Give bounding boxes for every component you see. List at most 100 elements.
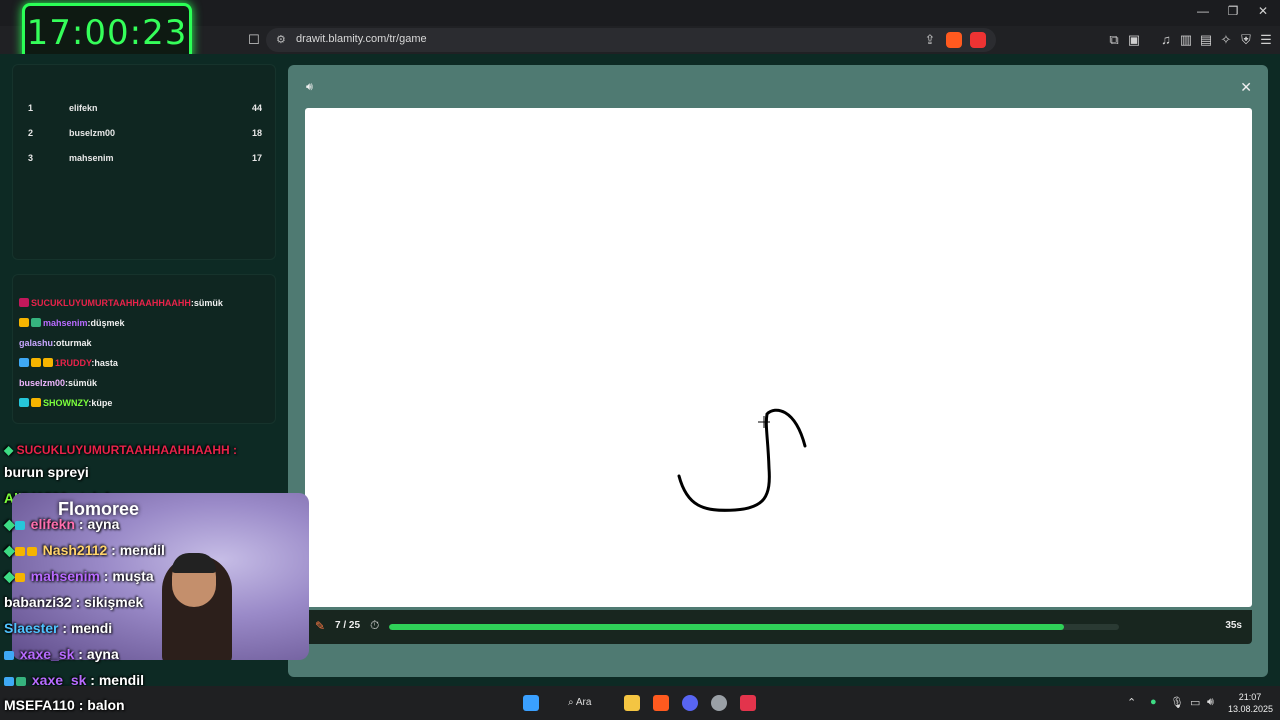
search-label: Ara (575, 697, 592, 708)
stream-chat-message: burun spreyi (4, 464, 89, 480)
cube-badge-icon (4, 677, 14, 686)
crown-badge-icon (14, 573, 25, 582)
chat-message: SUCUKLUYUMURTAAHHAAHHAAHH:sümük (19, 298, 223, 308)
stream-chat-message: babanzi32 : sikişmek (4, 594, 144, 610)
microphone-icon[interactable]: 🎙︎ (1170, 696, 1184, 709)
timer-icon: ⏱ (370, 618, 380, 632)
crown-badge-icon (31, 398, 41, 407)
diamond-badge-icon: ◆ (4, 542, 15, 558)
vip-badge-icon (14, 547, 25, 556)
clock-time-text: 21:07 (1238, 692, 1262, 702)
leaderboard-score: 17 (251, 153, 262, 163)
minimize-button[interactable]: — (1188, 4, 1218, 18)
stream-chat-message: ◆ elifekn : ayna (4, 516, 120, 532)
chat-user: Slaester (4, 620, 59, 636)
extensions-icon[interactable]: ⧉ (1106, 32, 1122, 48)
taskbar-clock[interactable]: 21:07 13.08.2025 (1228, 691, 1274, 715)
time-progress-bar (389, 624, 1119, 630)
close-window-button[interactable]: ✕ (1248, 4, 1278, 18)
chat-text: ayna (86, 646, 119, 662)
bookmark-icon[interactable]: ☐ (246, 32, 262, 48)
chat-user: SUCUKLUYUMURTAAHHAAHHAAHH (31, 298, 191, 308)
share-icon[interactable]: ⇪ (922, 32, 938, 48)
network-icon[interactable]: ▭ (1190, 696, 1200, 709)
crown-badge-icon (26, 547, 37, 556)
chat-user: SUCUKLUYUMURTAAHHAAHHAAHH (16, 443, 230, 457)
chat-message: SHOWNZY:küpe (19, 398, 112, 408)
discord-icon[interactable] (682, 695, 698, 711)
chat-message: buselzm00:sümük (19, 378, 98, 388)
site-info-icon[interactable]: ⚙ (276, 33, 286, 46)
chat-text: balon (87, 697, 125, 713)
browser-chrome: — ❐ ✕ ☐ ⚙ drawit.blamity.com/tr/game ⇪ ⧉… (0, 0, 1280, 54)
chat-user: MSEFA110 (4, 697, 75, 713)
brave-browser-icon[interactable] (653, 695, 669, 711)
bits-badge-icon (16, 677, 26, 686)
crosshair-cursor-icon (758, 416, 770, 428)
file-explorer-icon[interactable] (624, 695, 640, 711)
clock-date-text: 13.08.2025 (1228, 704, 1274, 714)
chat-user: elifekn (30, 516, 76, 532)
chat-text: sümük (68, 378, 98, 388)
chat-text: ayna (87, 516, 120, 532)
bits-badge-icon (19, 298, 29, 307)
chat-user: galashu (19, 338, 54, 348)
chat-text: mendi (70, 620, 113, 636)
restore-button[interactable]: ❐ (1218, 4, 1248, 18)
game-chat: SUCUKLUYUMURTAAHHAAHHAAHH:sümük mahsenim… (12, 274, 276, 424)
bits-badge-icon (31, 318, 41, 327)
chat-user: buselzm00 (19, 378, 66, 388)
vip-badge-icon (31, 358, 41, 367)
leaderboard-rank: 2 (28, 128, 34, 138)
taskbar-search[interactable]: ⌕ Ara (560, 693, 616, 713)
diamond-badge-icon: ◆ (4, 568, 15, 584)
tray-app-icon[interactable]: ● (1150, 696, 1157, 708)
time-progress-fill (389, 624, 1065, 630)
screenshot-icon[interactable]: ▣ (1126, 32, 1142, 48)
grid-badge-icon (19, 398, 29, 407)
grid-badge-icon (14, 521, 25, 530)
leo-ai-icon[interactable]: ✧ (1218, 32, 1234, 48)
leaderboard-rank: 3 (28, 153, 34, 163)
address-bar[interactable]: ⚙ drawit.blamity.com/tr/game ⇪ (266, 28, 996, 52)
sound-icon[interactable]: 🔊︎ (306, 81, 313, 94)
chat-text: düşmek (90, 318, 125, 328)
clock-time: 17:00:23 (26, 12, 188, 53)
drawing-canvas[interactable] (305, 108, 1252, 607)
chat-message: mahsenim:düşmek (19, 318, 125, 328)
media-icon[interactable]: ♫ (1158, 32, 1174, 48)
drawing-stroke (677, 408, 807, 512)
crown-badge-icon (19, 318, 29, 327)
tray-chevron-icon[interactable]: ⌃ (1127, 696, 1136, 709)
chat-text: sikişmek (84, 594, 144, 610)
vivaldi-icon[interactable] (740, 695, 756, 711)
crown-badge-icon (43, 358, 53, 367)
brave-rewards-icon[interactable] (970, 32, 986, 48)
leaderboard-row: 2 buselzm00 18 (13, 124, 277, 144)
chat-text: oturmak (56, 338, 92, 348)
volume-icon[interactable]: 🔊︎ (1207, 696, 1214, 709)
chat-text: küpe (91, 398, 113, 408)
vpn-icon[interactable]: ⛨ (1238, 32, 1254, 48)
sword-badge-icon (19, 358, 29, 367)
leaderboard-score: 18 (251, 128, 262, 138)
chat-user: 1RUDDY (55, 358, 92, 368)
leaderboard-name: elifekn (69, 103, 98, 113)
wallet-icon[interactable]: ▤ (1198, 32, 1214, 48)
close-icon[interactable]: ✕ (1240, 79, 1252, 96)
chat-text: muşta (112, 568, 154, 584)
chat-user: mahsenim (43, 318, 88, 328)
leaderboard-rank: 1 (28, 103, 34, 113)
url-text: drawit.blamity.com/tr/game (296, 33, 427, 45)
app-icon[interactable] (711, 695, 727, 711)
sidebar-icon[interactable]: ▥ (1178, 32, 1194, 48)
time-left: 35s (1225, 620, 1242, 631)
menu-icon[interactable]: ☰ (1258, 32, 1274, 48)
stream-chat-message: ◆ Nash2112 : mendil (4, 542, 165, 558)
chat-message: 1RUDDY:hasta (19, 358, 118, 368)
windows-start-icon[interactable] (523, 695, 539, 711)
chat-text: mendil (119, 542, 165, 558)
brave-shields-icon[interactable] (946, 32, 962, 48)
streamer-headphones (172, 553, 216, 573)
drawing-modal: 🔊︎ ✕ ✎ 7 / 25 ⏱ 35s (288, 65, 1268, 677)
